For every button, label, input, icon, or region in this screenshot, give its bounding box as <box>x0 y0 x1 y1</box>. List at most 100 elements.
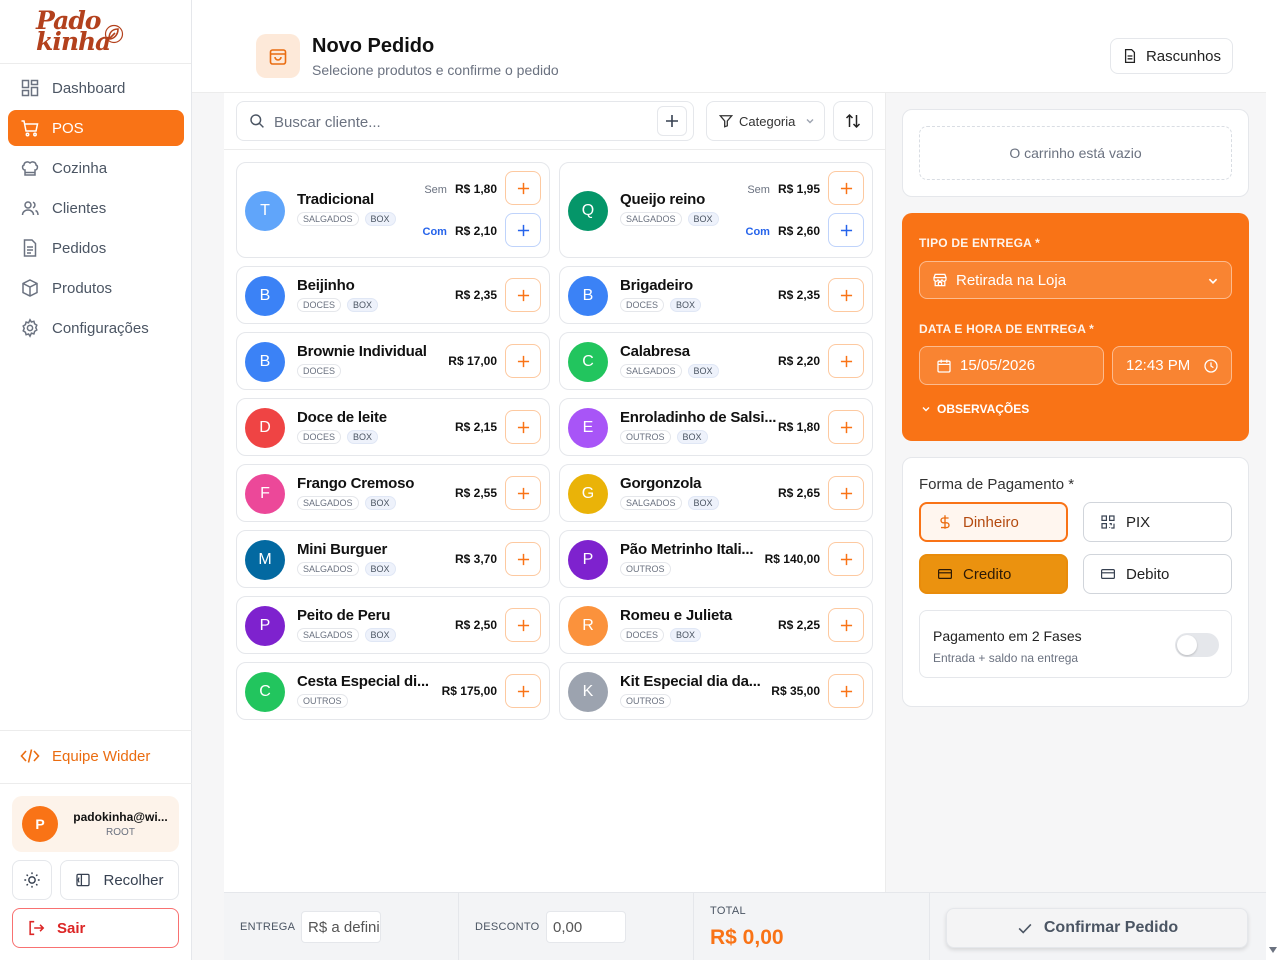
sidebar-item-label: Configurações <box>52 319 149 337</box>
drafts-button[interactable]: Rascunhos <box>1110 38 1233 74</box>
sidebar: Pado kinha Dashboard POS Cozinha Cliente… <box>0 0 192 960</box>
users-icon <box>21 201 39 216</box>
sidebar-item-pos[interactable]: POS <box>8 110 184 146</box>
user-card[interactable]: P padokinha@wi... ROOT <box>12 796 179 852</box>
product-card[interactable]: G Gorgonzola SALGADOS BOX R$ 2,65 <box>559 464 873 522</box>
sidebar-item-dashboard[interactable]: Dashboard <box>8 70 184 106</box>
payment-method-label: Credito <box>963 565 1012 583</box>
add-variant-button[interactable] <box>828 171 864 205</box>
page-scrollbar[interactable] <box>1266 0 1280 960</box>
product-card[interactable]: M Mini Burguer SALGADOS BOX R$ 3,70 <box>236 530 550 588</box>
product-card[interactable]: R Romeu e Julieta DOCES BOX R$ 2,25 <box>559 596 873 654</box>
team-link[interactable]: Equipe Widder <box>20 746 150 766</box>
sun-icon <box>24 872 40 888</box>
add-to-cart-button[interactable] <box>505 344 541 378</box>
payment-method-pix[interactable]: PIX <box>1083 502 1232 542</box>
delivery-time-input[interactable]: 12:43 PM <box>1112 346 1232 385</box>
add-to-cart-button[interactable] <box>505 542 541 576</box>
brand-logo[interactable]: Pado kinha <box>0 0 191 64</box>
product-avatar: F <box>245 474 285 514</box>
sidebar-item-cozinha[interactable]: Cozinha <box>8 150 184 186</box>
product-card[interactable]: F Frango Cremoso SALGADOS BOX R$ 2,55 <box>236 464 550 522</box>
add-to-cart-button[interactable] <box>828 476 864 510</box>
confirm-order-button[interactable]: Confirmar Pedido <box>946 908 1248 948</box>
logout-button[interactable]: Sair <box>12 908 179 948</box>
product-card[interactable]: C Cesta Especial di... OUTROS R$ 175,00 <box>236 662 550 720</box>
add-variant-button[interactable] <box>505 213 541 247</box>
brand-line-2: kinha <box>36 27 111 56</box>
product-card[interactable]: T Tradicional SALGADOS BOX Sem R$ 1,80 Com R$ 2… <box>236 162 550 258</box>
product-card[interactable]: P Peito de Peru SALGADOS BOX R$ 2,50 <box>236 596 550 654</box>
product-avatar: Q <box>568 191 608 231</box>
add-to-cart-button[interactable] <box>828 278 864 312</box>
theme-toggle-button[interactable] <box>12 860 52 900</box>
add-to-cart-button[interactable] <box>828 608 864 642</box>
category-filter-button[interactable]: Categoria <box>706 101 825 141</box>
product-card[interactable]: P Pão Metrinho Itali... OUTROS R$ 140,00 <box>559 530 873 588</box>
notes-toggle[interactable]: OBSERVAÇÕES <box>921 402 1029 416</box>
payment-method-debito[interactable]: Debito <box>1083 554 1232 594</box>
sidebar-item-label: Cozinha <box>52 159 108 177</box>
add-to-cart-button[interactable] <box>505 608 541 642</box>
add-to-cart-button[interactable] <box>505 278 541 312</box>
add-to-cart-button[interactable] <box>505 410 541 444</box>
category-tag: BOX <box>670 298 702 312</box>
add-customer-button[interactable] <box>657 106 687 136</box>
product-card[interactable]: Q Queijo reino SALGADOS BOX Sem R$ 1,95 Com R$ … <box>559 162 873 258</box>
payment-method-dinheiro[interactable]: Dinheiro <box>919 502 1068 542</box>
product-card[interactable]: E Enroladinho de Salsi... OUTROS BOX R$ 1,80 <box>559 398 873 456</box>
product-name: Romeu e Julieta <box>620 607 733 624</box>
total-value: R$ 0,00 <box>710 926 784 949</box>
header-bag-badge <box>256 34 300 78</box>
price-value: R$ 1,80 <box>454 182 497 196</box>
sidebar-item-configuracoes[interactable]: Configurações <box>8 310 184 346</box>
add-to-cart-button[interactable] <box>828 410 864 444</box>
confirm-label: Confirmar Pedido <box>1043 919 1179 936</box>
delivery-panel: TIPO DE ENTREGA * Retirada na Loja DATA … <box>902 213 1249 441</box>
plus-icon <box>840 685 852 697</box>
product-card[interactable]: B Beijinho DOCES BOX R$ 2,35 <box>236 266 550 324</box>
two-phase-title: Pagamento em 2 Fases <box>933 628 1082 644</box>
product-card[interactable]: D Doce de leite DOCES BOX R$ 2,15 <box>236 398 550 456</box>
add-to-cart-button[interactable] <box>828 344 864 378</box>
category-tag: BOX <box>347 430 379 444</box>
product-avatar: K <box>568 672 608 712</box>
sidebar-item-label: Produtos <box>52 279 113 297</box>
plus-icon <box>517 685 529 697</box>
product-avatar: D <box>245 408 285 448</box>
add-variant-button[interactable] <box>505 171 541 205</box>
variant-price: Sem R$ 1,95 <box>747 182 820 196</box>
product-card[interactable]: K Kit Especial dia da... OUTROS R$ 35,00 <box>559 662 873 720</box>
product-card[interactable]: B Brigadeiro DOCES BOX R$ 2,35 <box>559 266 873 324</box>
add-to-cart-button[interactable] <box>828 674 864 708</box>
delivery-type-select[interactable]: Retirada na Loja <box>919 261 1232 299</box>
payment-title: Forma de Pagamento * <box>919 476 1075 493</box>
file-icon <box>1124 48 1136 64</box>
sidebar-item-pedidos[interactable]: Pedidos <box>8 230 184 266</box>
sort-button[interactable] <box>833 101 873 141</box>
product-card[interactable]: C Calabresa SALGADOS BOX R$ 2,20 <box>559 332 873 390</box>
sidebar-item-clientes[interactable]: Clientes <box>8 190 184 226</box>
panel-left-icon <box>76 873 91 887</box>
category-tag: BOX <box>364 496 396 510</box>
add-to-cart-button[interactable] <box>505 674 541 708</box>
brand-wordmark: Pado kinha <box>36 8 111 56</box>
product-avatar: P <box>568 540 608 580</box>
payment-method-credito[interactable]: Credito <box>919 554 1068 594</box>
discount-input[interactable]: 0,00 <box>546 911 626 943</box>
two-phase-toggle[interactable] <box>1175 633 1219 657</box>
add-to-cart-button[interactable] <box>828 542 864 576</box>
add-to-cart-button[interactable] <box>505 476 541 510</box>
drafts-label: Rascunhos <box>1145 47 1222 65</box>
delivery-fee-input[interactable]: R$ a definir <box>301 911 381 943</box>
delivery-date-input[interactable]: 15/05/2026 <box>919 346 1104 385</box>
customer-search-field[interactable]: Buscar cliente... <box>236 101 694 141</box>
category-tag: OUTROS <box>620 562 671 576</box>
sidebar-item-produtos[interactable]: Produtos <box>8 270 184 306</box>
collapse-sidebar-button[interactable]: Recolher <box>60 860 179 900</box>
product-tags: SALGADOS BOX <box>297 562 402 576</box>
product-avatar: C <box>245 672 285 712</box>
product-card[interactable]: B Brownie Individual DOCES R$ 17,00 <box>236 332 550 390</box>
leaf-icon <box>104 24 124 44</box>
add-variant-button[interactable] <box>828 213 864 247</box>
